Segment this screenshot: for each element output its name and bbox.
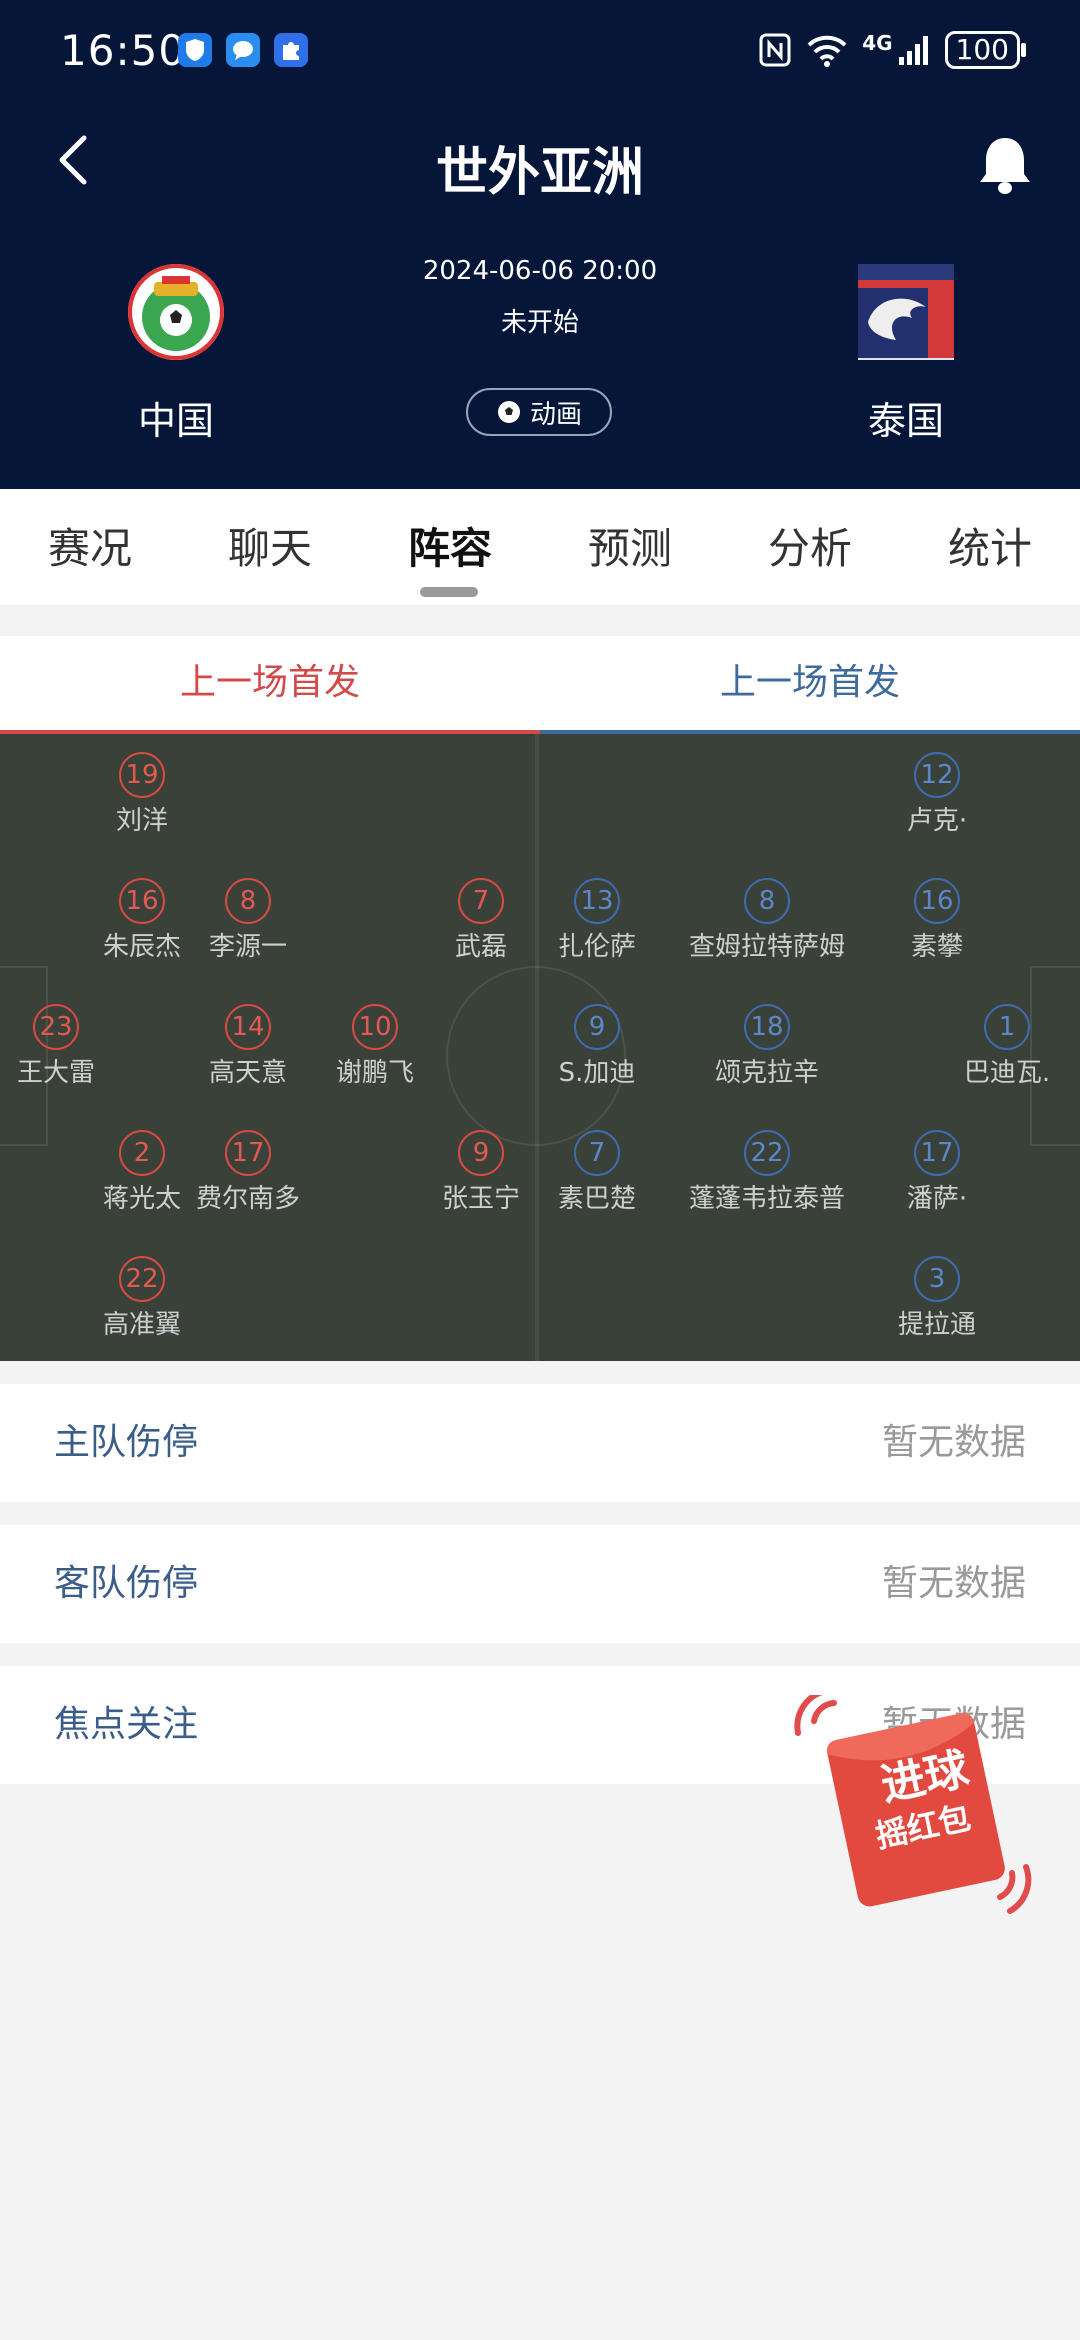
page-title: 世外亚洲 xyxy=(435,143,644,203)
home-injury-row[interactable]: 主队伤停 暂无数据 xyxy=(0,1384,1080,1502)
tab-match-status[interactable]: 赛况 xyxy=(0,515,180,576)
network-type: 4G xyxy=(862,31,893,55)
player-name: 素攀 xyxy=(910,932,963,962)
lineup-subtabs: 上一场首发 上一场首发 xyxy=(0,636,1080,734)
tab-bar: 赛况 聊天 阵容 预测 分析 统计 xyxy=(0,489,1080,605)
away-player[interactable]: 13 扎伦萨 xyxy=(517,878,677,963)
row-label: 焦点关注 xyxy=(54,1704,199,1745)
tab-analysis[interactable]: 分析 xyxy=(720,515,900,576)
away-player[interactable]: 18 颂克拉辛 xyxy=(687,1004,847,1089)
shield-app-icon xyxy=(178,33,212,67)
player-number: 17 xyxy=(225,1130,271,1176)
player-number: 8 xyxy=(744,878,790,924)
player-number: 19 xyxy=(119,752,165,798)
player-name: 高准翼 xyxy=(102,1310,181,1340)
status-icons: 4G 100 xyxy=(758,28,1027,72)
player-name: 潘萨· xyxy=(906,1184,968,1214)
lineup-pitch: 19 刘洋 16 朱辰杰 8 李源一 7 武磊 23 王大雷 14 高天意 10 谢鹏飞 2蒋… xyxy=(0,734,1080,1361)
away-player[interactable]: 17 潘萨· xyxy=(857,1130,1017,1215)
player-name: 李源一 xyxy=(208,932,287,962)
home-lineup-tab[interactable]: 上一场首发 xyxy=(0,636,540,734)
message-app-icon xyxy=(226,33,260,67)
player-number: 18 xyxy=(744,1004,790,1050)
player-name: 谢鹏飞 xyxy=(335,1058,414,1088)
away-injury-row[interactable]: 客队伤停 暂无数据 xyxy=(0,1525,1080,1643)
player-name: 查姆拉特萨姆 xyxy=(688,932,845,962)
player-name: S.加迪 xyxy=(558,1058,636,1088)
player-number: 7 xyxy=(574,1130,620,1176)
home-player[interactable]: 23 王大雷 xyxy=(0,1004,136,1089)
player-number: 8 xyxy=(225,878,271,924)
active-tab-indicator xyxy=(420,587,478,597)
row-value: 暂无数据 xyxy=(881,1422,1026,1463)
away-player[interactable]: 7 素巴楚 xyxy=(517,1130,677,1215)
home-player[interactable]: 19 刘洋 xyxy=(62,752,222,837)
status-time: 16:50 xyxy=(60,26,187,75)
row-label: 主队伤停 xyxy=(54,1422,199,1463)
player-name: 王大雷 xyxy=(16,1058,95,1088)
nfc-icon xyxy=(759,33,791,67)
player-name: 巴迪瓦. xyxy=(963,1058,1051,1088)
away-player[interactable]: 8 查姆拉特萨姆 xyxy=(687,878,847,963)
red-packet-promo[interactable]: 进球 摇红包 xyxy=(790,1688,1040,1920)
player-number: 7 xyxy=(458,878,504,924)
soccer-ball-icon xyxy=(497,401,520,423)
tab-prediction[interactable]: 预测 xyxy=(540,515,720,576)
bell-icon[interactable] xyxy=(970,130,1040,200)
player-number: 23 xyxy=(33,1004,79,1050)
player-number: 14 xyxy=(225,1004,271,1050)
battery-indicator: 100 xyxy=(944,31,1027,69)
away-player[interactable]: 16 素攀 xyxy=(857,878,1017,963)
away-player[interactable]: 1 巴迪瓦. xyxy=(942,1004,1072,1089)
player-name: 提拉通 xyxy=(897,1310,976,1340)
away-lineup-tab[interactable]: 上一场首发 xyxy=(540,636,1080,734)
animation-label: 动画 xyxy=(529,399,582,430)
player-number: 2 xyxy=(119,1130,165,1176)
player-name: 费尔南多 xyxy=(195,1184,300,1214)
player-name: 卢克· xyxy=(906,806,968,836)
away-player[interactable]: 9 S.加迪 xyxy=(517,1004,677,1089)
player-number: 16 xyxy=(119,878,165,924)
away-player[interactable]: 12 卢克· xyxy=(857,752,1017,837)
home-player[interactable]: 17 费尔南多 xyxy=(168,1130,328,1215)
player-number: 16 xyxy=(914,878,960,924)
puzzle-app-icon xyxy=(274,33,308,67)
player-name: 颂克拉辛 xyxy=(714,1058,819,1088)
tab-stats[interactable]: 统计 xyxy=(900,515,1080,576)
home-player[interactable]: 10 谢鹏飞 xyxy=(295,1004,455,1089)
player-number: 22 xyxy=(119,1256,165,1302)
tab-lineup[interactable]: 阵容 xyxy=(360,515,540,576)
player-number: 13 xyxy=(574,878,620,924)
player-number: 1 xyxy=(984,1004,1030,1050)
status-bar: 16:50 4G 100 xyxy=(0,0,1080,100)
player-name: 刘洋 xyxy=(115,806,168,836)
animation-button[interactable]: 动画 xyxy=(466,388,612,436)
home-team-name[interactable]: 中国 xyxy=(76,390,276,445)
player-name: 素巴楚 xyxy=(557,1184,636,1214)
match-header: 16:50 4G 100 世外亚洲 中国 2024-06-06 20:00 未开… xyxy=(0,0,1080,489)
away-player[interactable]: 22 蓬蓬韦拉泰普 xyxy=(687,1130,847,1215)
row-value: 暂无数据 xyxy=(881,1563,1026,1604)
home-player[interactable]: 22 高准翼 xyxy=(62,1256,222,1341)
wifi-icon xyxy=(807,35,847,67)
row-label: 客队伤停 xyxy=(54,1563,199,1604)
away-team-logo[interactable] xyxy=(856,262,956,362)
player-name: 扎伦萨 xyxy=(557,932,636,962)
away-team-name[interactable]: 泰国 xyxy=(806,390,1006,445)
player-number: 12 xyxy=(914,752,960,798)
away-player[interactable]: 3 提拉通 xyxy=(857,1256,1017,1341)
tab-chat[interactable]: 聊天 xyxy=(180,515,360,576)
home-player[interactable]: 8 李源一 xyxy=(168,878,328,963)
player-number: 22 xyxy=(744,1130,790,1176)
player-number: 9 xyxy=(458,1130,504,1176)
signal-icon xyxy=(898,36,928,65)
player-number: 9 xyxy=(574,1004,620,1050)
player-number: 17 xyxy=(914,1130,960,1176)
player-number: 10 xyxy=(352,1004,398,1050)
player-number: 3 xyxy=(914,1256,960,1302)
player-name: 蓬蓬韦拉泰普 xyxy=(688,1184,845,1214)
